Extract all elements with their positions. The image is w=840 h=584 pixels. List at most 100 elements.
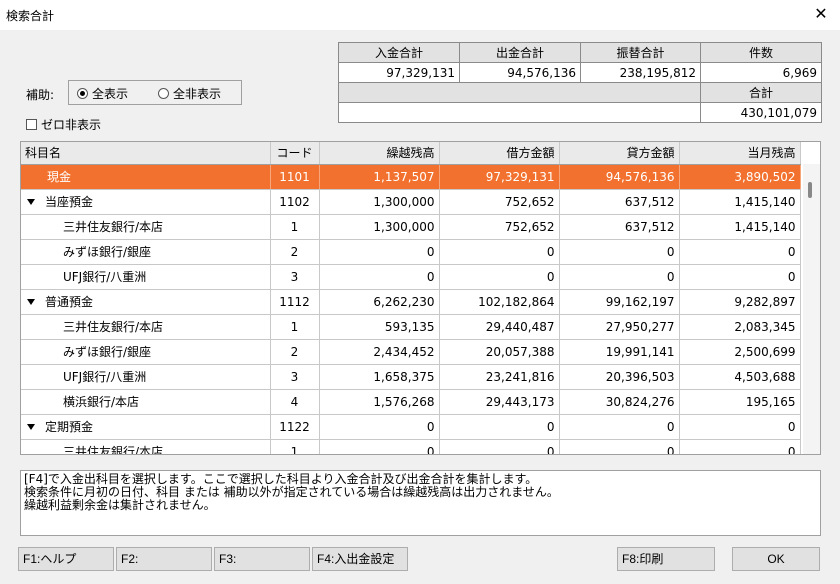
summary-value-total: 430,101,079 xyxy=(700,102,822,123)
summary-header-deposit: 入金合計 xyxy=(338,42,460,63)
close-icon[interactable]: ✕ xyxy=(808,2,834,26)
expand-triangle-icon[interactable] xyxy=(27,299,35,305)
cell-balance: 1,415,140 xyxy=(679,189,801,215)
column-header-account[interactable]: 科目名 xyxy=(21,142,271,165)
title-bar: 検索合計 ✕ xyxy=(0,0,840,30)
table-row[interactable]: 定期預金 1122 0 0 0 0 xyxy=(21,414,801,440)
account-name-label: 三井住友銀行/本店 xyxy=(63,220,164,234)
table-row[interactable]: UFJ銀行/八重洲 3 0 0 0 0 xyxy=(21,264,801,290)
cell-code: 3 xyxy=(270,264,320,290)
radio-show-all[interactable]: 全表示 xyxy=(77,85,128,102)
cell-debit: 0 xyxy=(439,439,560,454)
cell-account-name: 当座預金 xyxy=(21,189,271,215)
table-row[interactable]: UFJ銀行/八重洲 3 1,658,375 23,241,816 20,396,503 4… xyxy=(21,364,801,390)
column-header-balance[interactable]: 当月残高 xyxy=(679,142,801,165)
cell-credit: 0 xyxy=(559,439,680,454)
cell-credit: 27,950,277 xyxy=(559,314,680,340)
cell-code: 1 xyxy=(270,214,320,240)
cell-account-name: 定期預金 xyxy=(21,414,271,440)
summary-blank xyxy=(338,82,701,103)
cell-credit: 19,991,141 xyxy=(559,339,680,365)
radio-unselected-icon xyxy=(158,88,169,99)
cell-account-name: 三井住友銀行/本店 xyxy=(21,439,271,455)
cell-carry: 0 xyxy=(319,414,440,440)
cell-code: 1 xyxy=(270,314,320,340)
radio-selected-icon xyxy=(77,88,88,99)
table-row[interactable]: 当座預金 1102 1,300,000 752,652 637,512 1,415,140 xyxy=(21,189,801,215)
cell-balance: 0 xyxy=(679,239,801,265)
aux-radio-group: 全表示 全非表示 xyxy=(68,80,242,105)
checkbox-icon xyxy=(26,119,37,130)
summary-header-withdrawal: 出金合計 xyxy=(459,42,581,63)
cell-carry: 0 xyxy=(319,439,440,454)
grid-scrollbar[interactable] xyxy=(803,164,820,454)
cell-carry: 6,262,230 xyxy=(319,289,440,315)
table-row[interactable]: みずほ銀行/銀座 2 0 0 0 0 xyxy=(21,239,801,265)
message-line: 繰越利益剰余金は集計されません。 xyxy=(24,498,216,512)
cell-carry: 1,137,507 xyxy=(319,164,440,190)
cell-balance: 1,415,140 xyxy=(679,214,801,240)
ok-button[interactable]: OK xyxy=(732,547,820,571)
account-name-label: UFJ銀行/八重洲 xyxy=(63,270,147,284)
cell-account-name: 横浜銀行/本店 xyxy=(21,389,271,415)
grid-scrollbar-thumb[interactable] xyxy=(808,182,812,198)
f2-button[interactable]: F2: xyxy=(116,547,212,571)
cell-account-name: UFJ銀行/八重洲 xyxy=(21,264,271,290)
cell-credit: 94,576,136 xyxy=(559,164,680,190)
cell-carry: 1,576,268 xyxy=(319,389,440,415)
cell-credit: 0 xyxy=(559,414,680,440)
account-name-label: みずほ銀行/銀座 xyxy=(63,345,152,359)
expand-triangle-icon[interactable] xyxy=(27,199,35,205)
table-row[interactable]: 横浜銀行/本店 4 1,576,268 29,443,173 30,824,276 195… xyxy=(21,389,801,415)
cell-balance: 0 xyxy=(679,414,801,440)
cell-code: 1101 xyxy=(270,164,320,190)
f3-button[interactable]: F3: xyxy=(214,547,310,571)
radio-hide-all-label: 全非表示 xyxy=(173,87,222,101)
cell-balance: 2,083,345 xyxy=(679,314,801,340)
account-name-label: UFJ銀行/八重洲 xyxy=(63,370,147,384)
summary-value-withdrawal: 94,576,136 xyxy=(459,62,581,83)
account-name-label: 普通預金 xyxy=(45,295,94,309)
f8-print-button[interactable]: F8:印刷 xyxy=(617,547,715,571)
cell-code: 1 xyxy=(270,439,320,454)
cell-carry: 0 xyxy=(319,264,440,290)
table-row[interactable]: 三井住友銀行/本店 1 593,135 29,440,487 27,950,277 2,0… xyxy=(21,314,801,340)
cell-balance: 3,890,502 xyxy=(679,164,801,190)
cell-carry: 2,434,452 xyxy=(319,339,440,365)
table-row[interactable]: みずほ銀行/銀座 2 2,434,452 20,057,388 19,991,141 2,… xyxy=(21,339,801,365)
cell-account-name: みずほ銀行/銀座 xyxy=(21,239,271,265)
window-title: 検索合計 xyxy=(6,9,55,23)
table-row[interactable]: 普通預金 1112 6,262,230 102,182,864 99,162,197 9,… xyxy=(21,289,801,315)
f1-help-button[interactable]: F1:ヘルプ xyxy=(18,547,114,571)
column-header-code[interactable]: コード xyxy=(270,142,320,165)
cell-balance: 0 xyxy=(679,439,801,454)
summary-header-total: 合計 xyxy=(700,82,822,103)
cell-credit: 637,512 xyxy=(559,189,680,215)
column-header-credit[interactable]: 貸方金額 xyxy=(559,142,680,165)
cell-debit: 20,057,388 xyxy=(439,339,560,365)
cell-code: 2 xyxy=(270,339,320,365)
column-header-debit[interactable]: 借方金額 xyxy=(439,142,560,165)
account-name-label: 定期預金 xyxy=(45,420,94,434)
cell-account-name: 普通預金 xyxy=(21,289,271,315)
account-name-label: 三井住友銀行/本店 xyxy=(63,445,164,455)
f4-deposit-settings-button[interactable]: F4:入出金設定 xyxy=(312,547,408,571)
table-row[interactable]: 三井住友銀行/本店 1 0 0 0 0 xyxy=(21,439,801,455)
zero-hide-checkbox[interactable]: ゼロ非表示 xyxy=(26,116,101,133)
table-row[interactable]: 三井住友銀行/本店 1 1,300,000 752,652 637,512 1,415,1… xyxy=(21,214,801,240)
account-grid[interactable]: 科目名 コード 繰越残高 借方金額 貸方金額 当月残高 現金 1101 1,137,… xyxy=(20,141,821,455)
cell-account-name: 三井住友銀行/本店 xyxy=(21,314,271,340)
account-grid-table: 科目名 コード 繰越残高 借方金額 貸方金額 当月残高 現金 1101 1,137,… xyxy=(21,142,801,455)
table-row[interactable]: 現金 1101 1,137,507 97,329,131 94,576,136 3,890… xyxy=(21,164,801,190)
summary-value-count: 6,969 xyxy=(700,62,822,83)
cell-code: 3 xyxy=(270,364,320,390)
account-name-label: 当座預金 xyxy=(45,195,94,209)
cell-debit: 752,652 xyxy=(439,214,560,240)
cell-carry: 593,135 xyxy=(319,314,440,340)
cell-credit: 99,162,197 xyxy=(559,289,680,315)
summary-value-deposit: 97,329,131 xyxy=(338,62,460,83)
expand-triangle-icon[interactable] xyxy=(27,424,35,430)
column-header-carry[interactable]: 繰越残高 xyxy=(319,142,440,165)
radio-hide-all[interactable]: 全非表示 xyxy=(158,85,221,102)
cell-code: 1122 xyxy=(270,414,320,440)
